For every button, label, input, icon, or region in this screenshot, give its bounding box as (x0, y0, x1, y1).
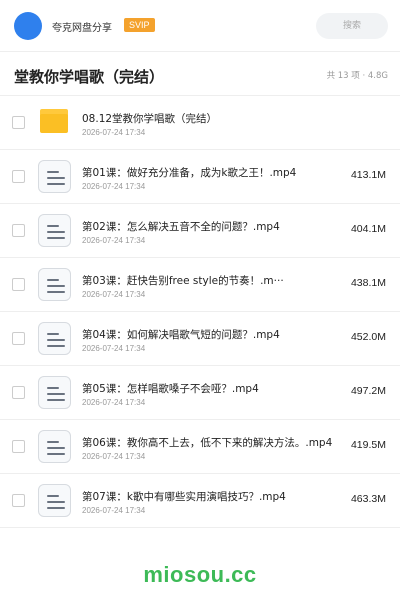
file-name: 第03课：赶快告别free style的节奏！.m··· (82, 275, 284, 287)
list-item[interactable]: 第02课：怎么解决五音不全的问题？.mp4 2026-07-24 17:34 4… (0, 204, 400, 258)
file-icon (38, 430, 71, 463)
item-count: 共 13 项 · 4.8G (326, 71, 388, 81)
list-item[interactable]: 第07课：k歌中有哪些实用演唱技巧？.mp4 2026-07-24 17:34 … (0, 474, 400, 528)
file-size: 452.0M (350, 331, 386, 343)
list-item-folder[interactable]: 08.12堂教你学唱歌（完结） 2026-07-24 17:34 (0, 96, 400, 150)
file-size: 463.3M (350, 493, 386, 505)
page-title: 堂教你学唱歌（完结） (14, 68, 165, 86)
file-date: 2026-07-24 17:34 (82, 128, 146, 137)
top-bar: 夸克网盘分享 SVIP 搜索 (0, 0, 400, 52)
file-name: 08.12堂教你学唱歌（完结） (82, 113, 218, 125)
file-name: 第02课：怎么解决五音不全的问题？.mp4 (82, 221, 280, 233)
avatar[interactable] (14, 12, 42, 40)
list-item[interactable]: 第03课：赶快告别free style的节奏！.m··· 2026-07-24 … (0, 258, 400, 312)
watermark: miosou.cc (143, 562, 257, 587)
file-size: 404.1M (350, 223, 386, 235)
file-icon (38, 322, 71, 355)
file-date: 2026-07-24 17:34 (82, 290, 146, 299)
file-size: 497.2M (350, 385, 386, 397)
file-name: 第06课：教你高不上去，低不下来的解决方法。.mp4 (82, 437, 333, 449)
file-date: 2026-07-24 17:34 (82, 344, 146, 353)
list-item[interactable]: 第04课：如何解决唱歌气短的问题？.mp4 2026-07-24 17:34 4… (0, 312, 400, 366)
select-checkbox[interactable] (12, 386, 25, 399)
file-icon (38, 376, 71, 409)
folder-header: 堂教你学唱歌（完结） 共 13 项 · 4.8G (0, 52, 400, 96)
app-name: 夸克网盘分享 (52, 23, 112, 34)
file-list: 08.12堂教你学唱歌（完结） 2026-07-24 17:34 第01课：做好… (0, 96, 400, 528)
select-checkbox[interactable] (12, 494, 25, 507)
file-date: 2026-07-24 17:34 (82, 506, 146, 515)
list-item[interactable]: 第05课：怎样唱歌嗓子不会哑？.mp4 2026-07-24 17:34 497… (0, 366, 400, 420)
file-name: 第04课：如何解决唱歌气短的问题？.mp4 (82, 329, 280, 341)
file-name: 第01课：做好充分准备，成为k歌之王！.mp4 (82, 167, 297, 179)
select-checkbox[interactable] (12, 332, 25, 345)
file-size: 413.1M (350, 169, 386, 181)
list-item[interactable]: 第06课：教你高不上去，低不下来的解决方法。.mp4 2026-07-24 17… (0, 420, 400, 474)
select-checkbox[interactable] (12, 278, 25, 291)
file-date: 2026-07-24 17:34 (82, 398, 146, 407)
file-size: 438.1M (350, 277, 386, 289)
file-name: 第05课：怎样唱歌嗓子不会哑？.mp4 (82, 383, 259, 395)
select-checkbox[interactable] (12, 170, 25, 183)
list-item[interactable]: 第01课：做好充分准备，成为k歌之王！.mp4 2026-07-24 17:34… (0, 150, 400, 204)
file-icon (38, 214, 71, 247)
file-icon (38, 268, 71, 301)
file-icon (38, 484, 71, 517)
select-checkbox[interactable] (12, 116, 25, 129)
file-date: 2026-07-24 17:34 (82, 452, 146, 461)
file-size: 419.5M (350, 439, 386, 451)
folder-icon (40, 109, 68, 133)
select-checkbox[interactable] (12, 440, 25, 453)
file-icon (38, 160, 71, 193)
search-input[interactable]: 搜索 (316, 13, 388, 39)
file-name: 第07课：k歌中有哪些实用演唱技巧？.mp4 (82, 491, 286, 503)
file-date: 2026-07-24 17:34 (82, 182, 146, 191)
file-date: 2026-07-24 17:34 (82, 236, 146, 245)
svip-badge: SVIP (124, 18, 155, 32)
select-checkbox[interactable] (12, 224, 25, 237)
